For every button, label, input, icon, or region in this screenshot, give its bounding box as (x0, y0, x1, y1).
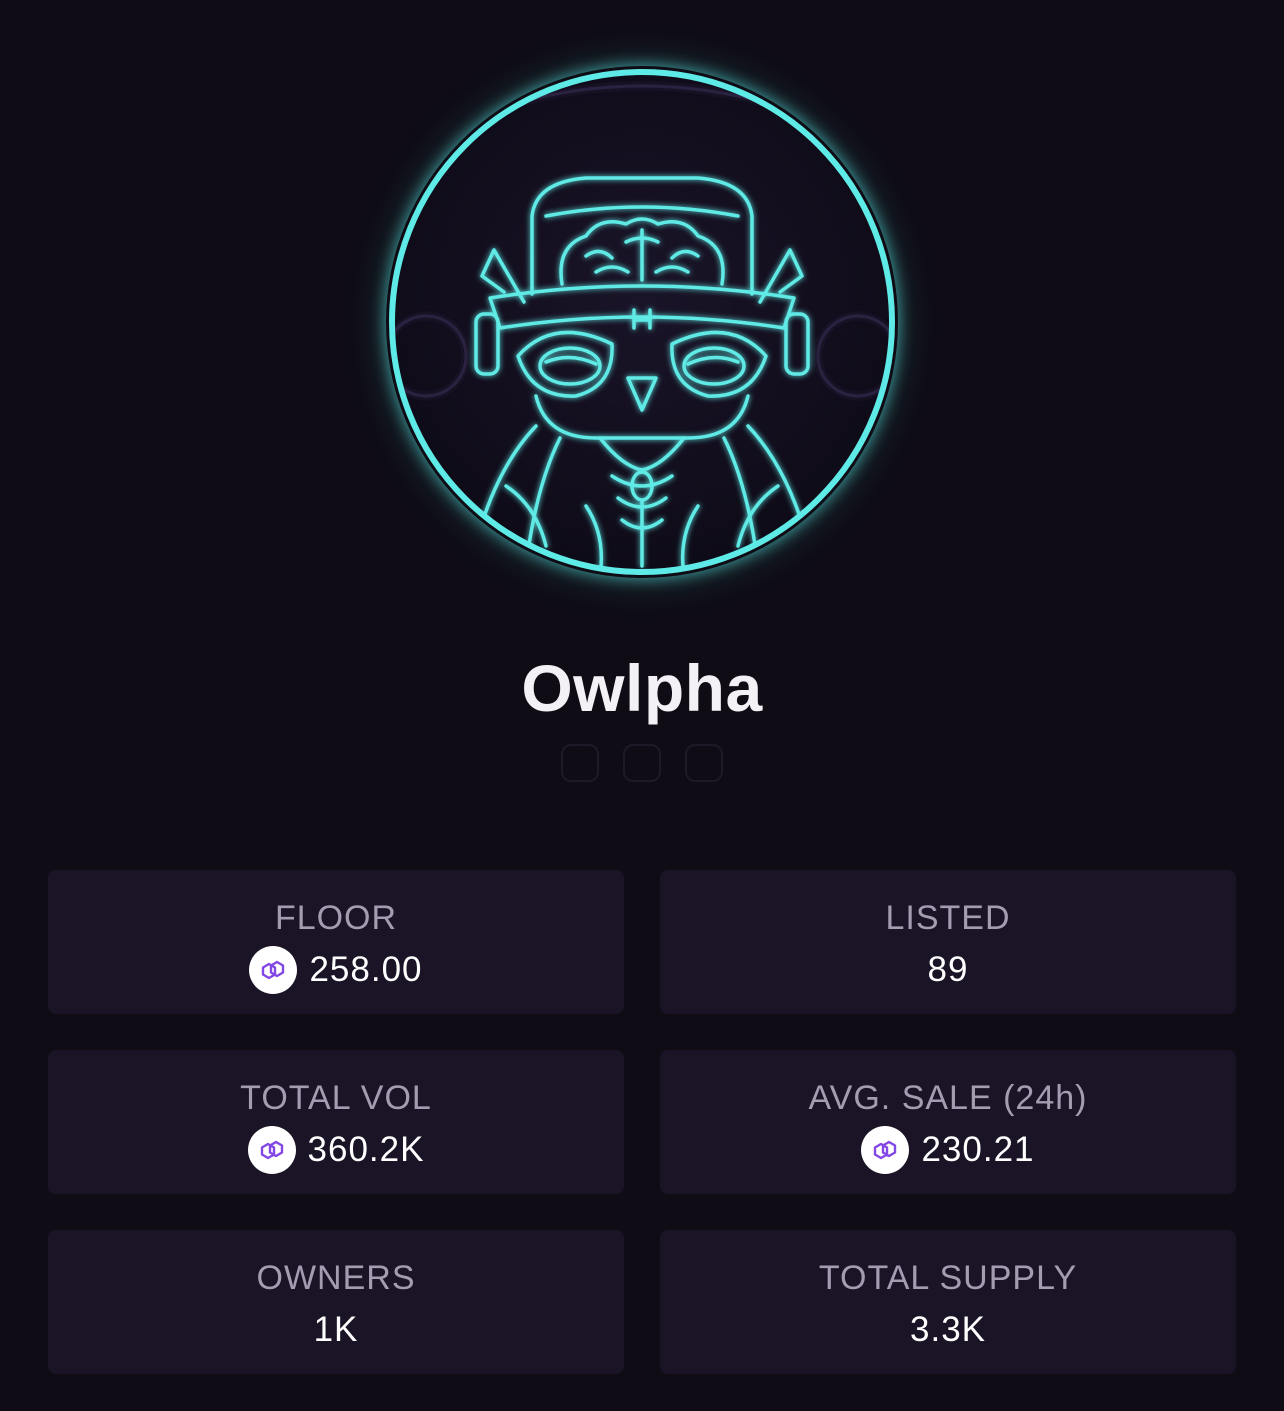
stat-value-floor: 258.00 (309, 950, 423, 989)
polygon-icon (247, 1126, 296, 1174)
stat-card-total-vol: TOTAL VOL 360.2K (48, 1050, 624, 1194)
stats-grid: FLOOR 258.00 LISTED 89 TOTAL VOL 360.2K … (48, 870, 1236, 1374)
social-link-2-button[interactable] (623, 744, 661, 782)
stat-card-avg-sale: AVG. SALE (24h) 230.21 (660, 1050, 1236, 1194)
stat-value-row-total-vol: 360.2K (247, 1126, 425, 1174)
social-link-3-button[interactable] (685, 744, 723, 782)
stat-label-total-supply: TOTAL SUPPLY (818, 1259, 1078, 1297)
stat-label-listed: LISTED (885, 899, 1011, 937)
social-link-1-button[interactable] (561, 744, 599, 782)
stat-label-avg-sale: AVG. SALE (24h) (808, 1079, 1088, 1117)
stat-card-owners: OWNERS 1K (48, 1230, 624, 1374)
stat-value-owners: 1K (313, 1310, 359, 1349)
stat-value-avg-sale: 230.21 (921, 1130, 1035, 1169)
stat-label-total-vol: TOTAL VOL (240, 1079, 432, 1117)
collection-title: Owlpha (521, 651, 763, 725)
stat-value-total-vol: 360.2K (307, 1130, 425, 1169)
stat-value-row-total-supply: 3.3K (910, 1306, 986, 1354)
stat-card-total-supply: TOTAL SUPPLY 3.3K (660, 1230, 1236, 1374)
stat-value-row-floor: 258.00 (249, 946, 422, 994)
polygon-icon (249, 946, 298, 994)
stat-card-listed: LISTED 89 (660, 870, 1236, 1014)
stat-value-row-avg-sale: 230.21 (861, 1126, 1034, 1174)
collection-avatar (386, 66, 898, 578)
stat-card-floor: FLOOR 258.00 (48, 870, 624, 1014)
polygon-icon (861, 1126, 910, 1174)
stat-value-total-supply: 3.3K (910, 1310, 986, 1349)
stat-value-listed: 89 (927, 950, 969, 989)
social-links (0, 744, 1284, 782)
stat-value-row-owners: 1K (314, 1306, 359, 1354)
owl-avatar-icon (389, 69, 895, 575)
stat-value-row-listed: 89 (928, 946, 969, 994)
stat-label-owners: OWNERS (256, 1259, 416, 1297)
stat-label-floor: FLOOR (274, 899, 398, 937)
